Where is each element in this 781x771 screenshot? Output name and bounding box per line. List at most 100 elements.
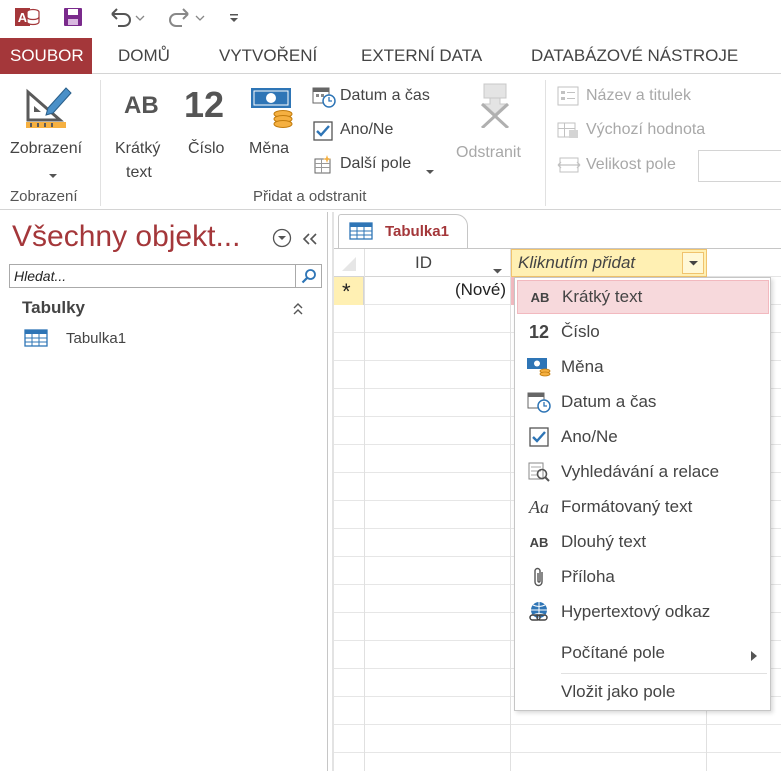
access-icon[interactable]: A	[12, 4, 42, 30]
short-text-button[interactable]: AB Krátký text	[110, 80, 174, 184]
column-header-label: Kliknutím přidat	[518, 253, 636, 272]
design-view-icon	[24, 82, 74, 135]
number-icon: 12	[184, 84, 225, 125]
nav-search-input[interactable]	[10, 265, 296, 287]
number-icon: 12	[528, 321, 550, 342]
menu-item-label: Formátovaný text	[561, 497, 693, 516]
menu-item-lookup[interactable]: Vyhledávání a relace	[517, 455, 769, 489]
cell-value: (Nové)	[454, 280, 506, 299]
view-button[interactable]: Zobrazení	[6, 80, 96, 180]
menu-item-date-time[interactable]: Datum a čas	[517, 385, 769, 419]
rich-text-icon: Aa	[529, 496, 549, 517]
default-value-label: Výchozí hodnota	[586, 121, 706, 138]
short-text-icon: AB	[530, 289, 550, 305]
add-field-dropdown-menu: AB Krátký text 12 Číslo Měna Datum a čas…	[514, 277, 771, 711]
cell-id-new[interactable]: (Nové)	[365, 277, 510, 305]
redo-icon[interactable]	[164, 4, 208, 30]
menu-item-long-text[interactable]: AB Dlouhý text	[517, 525, 769, 559]
name-caption-button[interactable]: Název a titulek	[555, 84, 735, 110]
menu-item-yes-no[interactable]: Ano/Ne	[517, 420, 769, 454]
menu-separator	[561, 673, 767, 674]
chevron-right-icon	[751, 648, 757, 666]
new-record-selector[interactable]: *	[334, 277, 364, 305]
menu-item-currency[interactable]: Měna	[517, 350, 769, 384]
grid-col-line	[510, 249, 511, 771]
menu-item-label: Počítané pole	[561, 643, 665, 662]
field-size-label: Velikost pole	[586, 156, 676, 173]
doc-tab-label: Tabulka1	[385, 223, 449, 240]
tab-external-data[interactable]: EXTERNÍ DATA	[361, 38, 482, 74]
new-record-marker: *	[342, 279, 351, 304]
short-text-label-1: Krátký	[115, 140, 161, 157]
short-text-icon: AB	[124, 92, 159, 119]
grid-col-line	[364, 249, 365, 771]
view-label: Zobrazení	[10, 140, 83, 157]
table-icon	[349, 222, 373, 245]
nav-item-tabulka1[interactable]: Tabulka1	[24, 328, 224, 350]
nav-item-label: Tabulka1	[66, 330, 127, 347]
navigation-pane: Všechny objekt... Tabulky Tabulka1	[0, 212, 328, 771]
menu-item-calculated-field[interactable]: Počítané pole	[517, 636, 769, 670]
search-icon[interactable]	[295, 265, 321, 287]
tab-tabulka1[interactable]: Tabulka1	[338, 214, 468, 248]
nav-section-header-tables[interactable]: Tabulky	[22, 298, 85, 318]
save-icon[interactable]	[60, 4, 86, 30]
currency-icon	[517, 356, 561, 378]
menu-item-hyperlink[interactable]: Hypertextový odkaz	[517, 595, 769, 629]
lookup-icon	[517, 461, 561, 483]
tab-home[interactable]: DOMŮ	[118, 38, 170, 74]
long-text-icon: AB	[529, 534, 549, 550]
customize-qat-icon[interactable]	[226, 4, 242, 30]
undo-icon[interactable]	[104, 4, 148, 30]
default-value-icon	[557, 120, 579, 145]
menu-item-rich-text[interactable]: Aa Formátovaný text	[517, 490, 769, 524]
checkbox-icon	[517, 427, 561, 447]
table-icon	[24, 329, 48, 352]
menu-item-paste-as-fields[interactable]: Vložit jako pole	[517, 675, 769, 709]
menu-item-attachment[interactable]: Příloha	[517, 560, 769, 594]
date-time-button[interactable]: Datum a čas	[310, 84, 450, 110]
date-time-icon	[517, 391, 561, 413]
more-fields-button[interactable]: Další pole	[310, 152, 440, 178]
menu-item-number[interactable]: 12 Číslo	[517, 315, 769, 349]
menu-item-label: Číslo	[561, 322, 600, 341]
delete-field-button[interactable]: Odstranit	[452, 82, 538, 162]
name-caption-label: Název a titulek	[586, 87, 691, 104]
field-size-control: Velikost pole	[555, 150, 781, 182]
default-value-button[interactable]: Výchozí hodnota	[555, 118, 735, 144]
nav-pane-title[interactable]: Všechny objekt...	[12, 220, 240, 254]
add-delete-group-label: Přidat a odstranit	[253, 188, 367, 205]
name-caption-icon	[557, 86, 579, 111]
chevron-down-icon	[48, 166, 58, 184]
menu-item-label: Vyhledávání a relace	[561, 462, 720, 481]
checkbox-icon	[313, 121, 333, 146]
nav-menu-dropdown-icon[interactable]	[272, 228, 292, 253]
tab-database-tools[interactable]: DATABÁZOVÉ NÁSTROJE	[531, 38, 738, 74]
column-dropdown-button[interactable]	[682, 252, 704, 274]
tab-create[interactable]: VYTVOŘENÍ	[219, 38, 317, 74]
tab-file[interactable]: SOUBOR	[0, 38, 92, 74]
date-time-label: Datum a čas	[340, 87, 430, 104]
column-header-click-to-add[interactable]: Kliknutím přidat	[511, 249, 707, 277]
paperclip-icon	[517, 566, 561, 588]
collapse-pane-icon[interactable]	[302, 232, 318, 250]
menu-item-short-text[interactable]: AB Krátký text	[517, 280, 769, 314]
currency-button[interactable]: Měna	[244, 80, 300, 160]
delete-label: Odstranit	[456, 144, 521, 161]
field-size-icon	[557, 155, 581, 180]
quick-access-toolbar: A	[0, 0, 781, 34]
menu-item-label: Příloha	[561, 567, 615, 586]
yes-no-button[interactable]: Ano/Ne	[310, 118, 430, 144]
menu-item-label: Vložit jako pole	[561, 682, 676, 701]
menu-item-label: Datum a čas	[561, 392, 657, 411]
ribbon: Zobrazení Zobrazení AB Krátký text 12 Čí…	[0, 74, 781, 210]
menu-item-label: Měna	[561, 357, 604, 376]
nav-search-box	[9, 264, 322, 288]
yes-no-label: Ano/Ne	[340, 121, 394, 138]
currency-icon	[249, 84, 297, 135]
collapse-section-icon[interactable]	[292, 302, 304, 321]
number-button[interactable]: 12 Číslo	[180, 80, 236, 160]
field-size-input[interactable]	[698, 150, 781, 182]
select-all-corner[interactable]	[334, 249, 364, 277]
column-header-id[interactable]: ID	[365, 249, 510, 277]
